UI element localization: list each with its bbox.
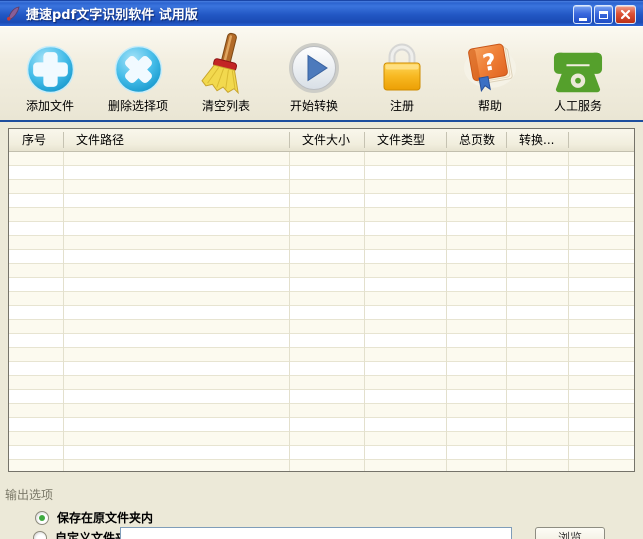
- window-controls: [573, 5, 636, 24]
- custom-folder-option[interactable]: 自定义文件夹: [33, 529, 127, 539]
- output-path-input[interactable]: [120, 527, 512, 539]
- column-header-extra[interactable]: [568, 129, 634, 151]
- start-convert-button[interactable]: 开始转换: [270, 34, 358, 114]
- register-label: 注册: [389, 99, 414, 113]
- file-list-table: 序号 文件路径 文件大小 文件类型 总页数 转换...: [8, 128, 635, 472]
- file-list-header: 序号 文件路径 文件大小 文件类型 总页数 转换...: [9, 129, 634, 152]
- table-gridline: [289, 152, 290, 471]
- column-header-filesize[interactable]: 文件大小: [289, 129, 364, 151]
- customer-service-button[interactable]: 人工服务: [534, 34, 622, 114]
- start-convert-icon: [288, 34, 340, 94]
- toolbar: 添加文件 删除选择项 清空列表 开始转换 注册 ? 帮助 人工服务: [0, 26, 643, 120]
- phone-icon: [553, 34, 603, 94]
- table-gridline: [568, 152, 569, 471]
- column-header-filepath[interactable]: 文件路径: [63, 129, 289, 151]
- custom-folder-label: 自定义文件夹: [55, 531, 128, 539]
- customer-service-label: 人工服务: [553, 99, 602, 113]
- minimize-button[interactable]: [573, 5, 592, 24]
- clear-list-label: 清空列表: [201, 99, 250, 113]
- maximize-icon: [599, 10, 608, 19]
- titlebar: 捷速pdf文字识别软件 试用版: [0, 0, 643, 26]
- add-file-icon: [26, 34, 75, 94]
- app-logo-icon: [5, 5, 22, 22]
- header-gridline: [568, 132, 569, 148]
- app-window: 捷速pdf文字识别软件 试用版 添加文件 删除选择项 清空列表 开始转换 注册 …: [0, 0, 643, 539]
- register-lock-icon: [377, 34, 427, 94]
- close-icon: [620, 9, 631, 20]
- add-file-button[interactable]: 添加文件: [6, 34, 94, 114]
- header-gridline: [63, 132, 64, 148]
- custom-folder-radio[interactable]: [33, 530, 47, 539]
- save-original-label: 保存在原文件夹内: [57, 511, 154, 525]
- table-gridline: [364, 152, 365, 471]
- delete-selected-label: 删除选择项: [107, 99, 168, 113]
- delete-selected-icon: [114, 34, 163, 94]
- clear-list-button[interactable]: 清空列表: [182, 32, 270, 114]
- browse-button[interactable]: 浏览: [535, 527, 605, 539]
- delete-selected-button[interactable]: 删除选择项: [94, 34, 182, 114]
- column-header-index[interactable]: 序号: [9, 129, 63, 151]
- file-list-body[interactable]: [9, 152, 634, 471]
- start-convert-label: 开始转换: [289, 99, 338, 113]
- minimize-icon: [578, 17, 587, 21]
- header-gridline: [506, 132, 507, 148]
- help-button[interactable]: ? 帮助: [446, 34, 534, 114]
- table-gridline: [446, 152, 447, 471]
- help-book-icon: ?: [461, 34, 519, 94]
- add-file-label: 添加文件: [25, 99, 74, 113]
- window-title: 捷速pdf文字识别软件 试用版: [26, 8, 198, 23]
- column-header-filetype[interactable]: 文件类型: [364, 129, 446, 151]
- column-header-pagecount[interactable]: 总页数: [446, 129, 506, 151]
- output-options-label: 输出选项: [5, 488, 54, 502]
- column-header-status[interactable]: 转换...: [506, 129, 568, 151]
- maximize-button[interactable]: [594, 5, 613, 24]
- help-label: 帮助: [477, 99, 502, 113]
- table-gridline: [506, 152, 507, 471]
- save-original-option[interactable]: 保存在原文件夹内: [35, 509, 153, 526]
- save-original-radio[interactable]: [35, 510, 49, 525]
- register-button[interactable]: 注册: [358, 34, 446, 114]
- table-gridline: [63, 152, 64, 471]
- toolbar-separator: [0, 120, 643, 122]
- header-gridline: [364, 132, 365, 148]
- header-gridline: [289, 132, 290, 148]
- clear-list-icon: [198, 32, 254, 94]
- header-gridline: [446, 132, 447, 148]
- close-button[interactable]: [615, 5, 636, 24]
